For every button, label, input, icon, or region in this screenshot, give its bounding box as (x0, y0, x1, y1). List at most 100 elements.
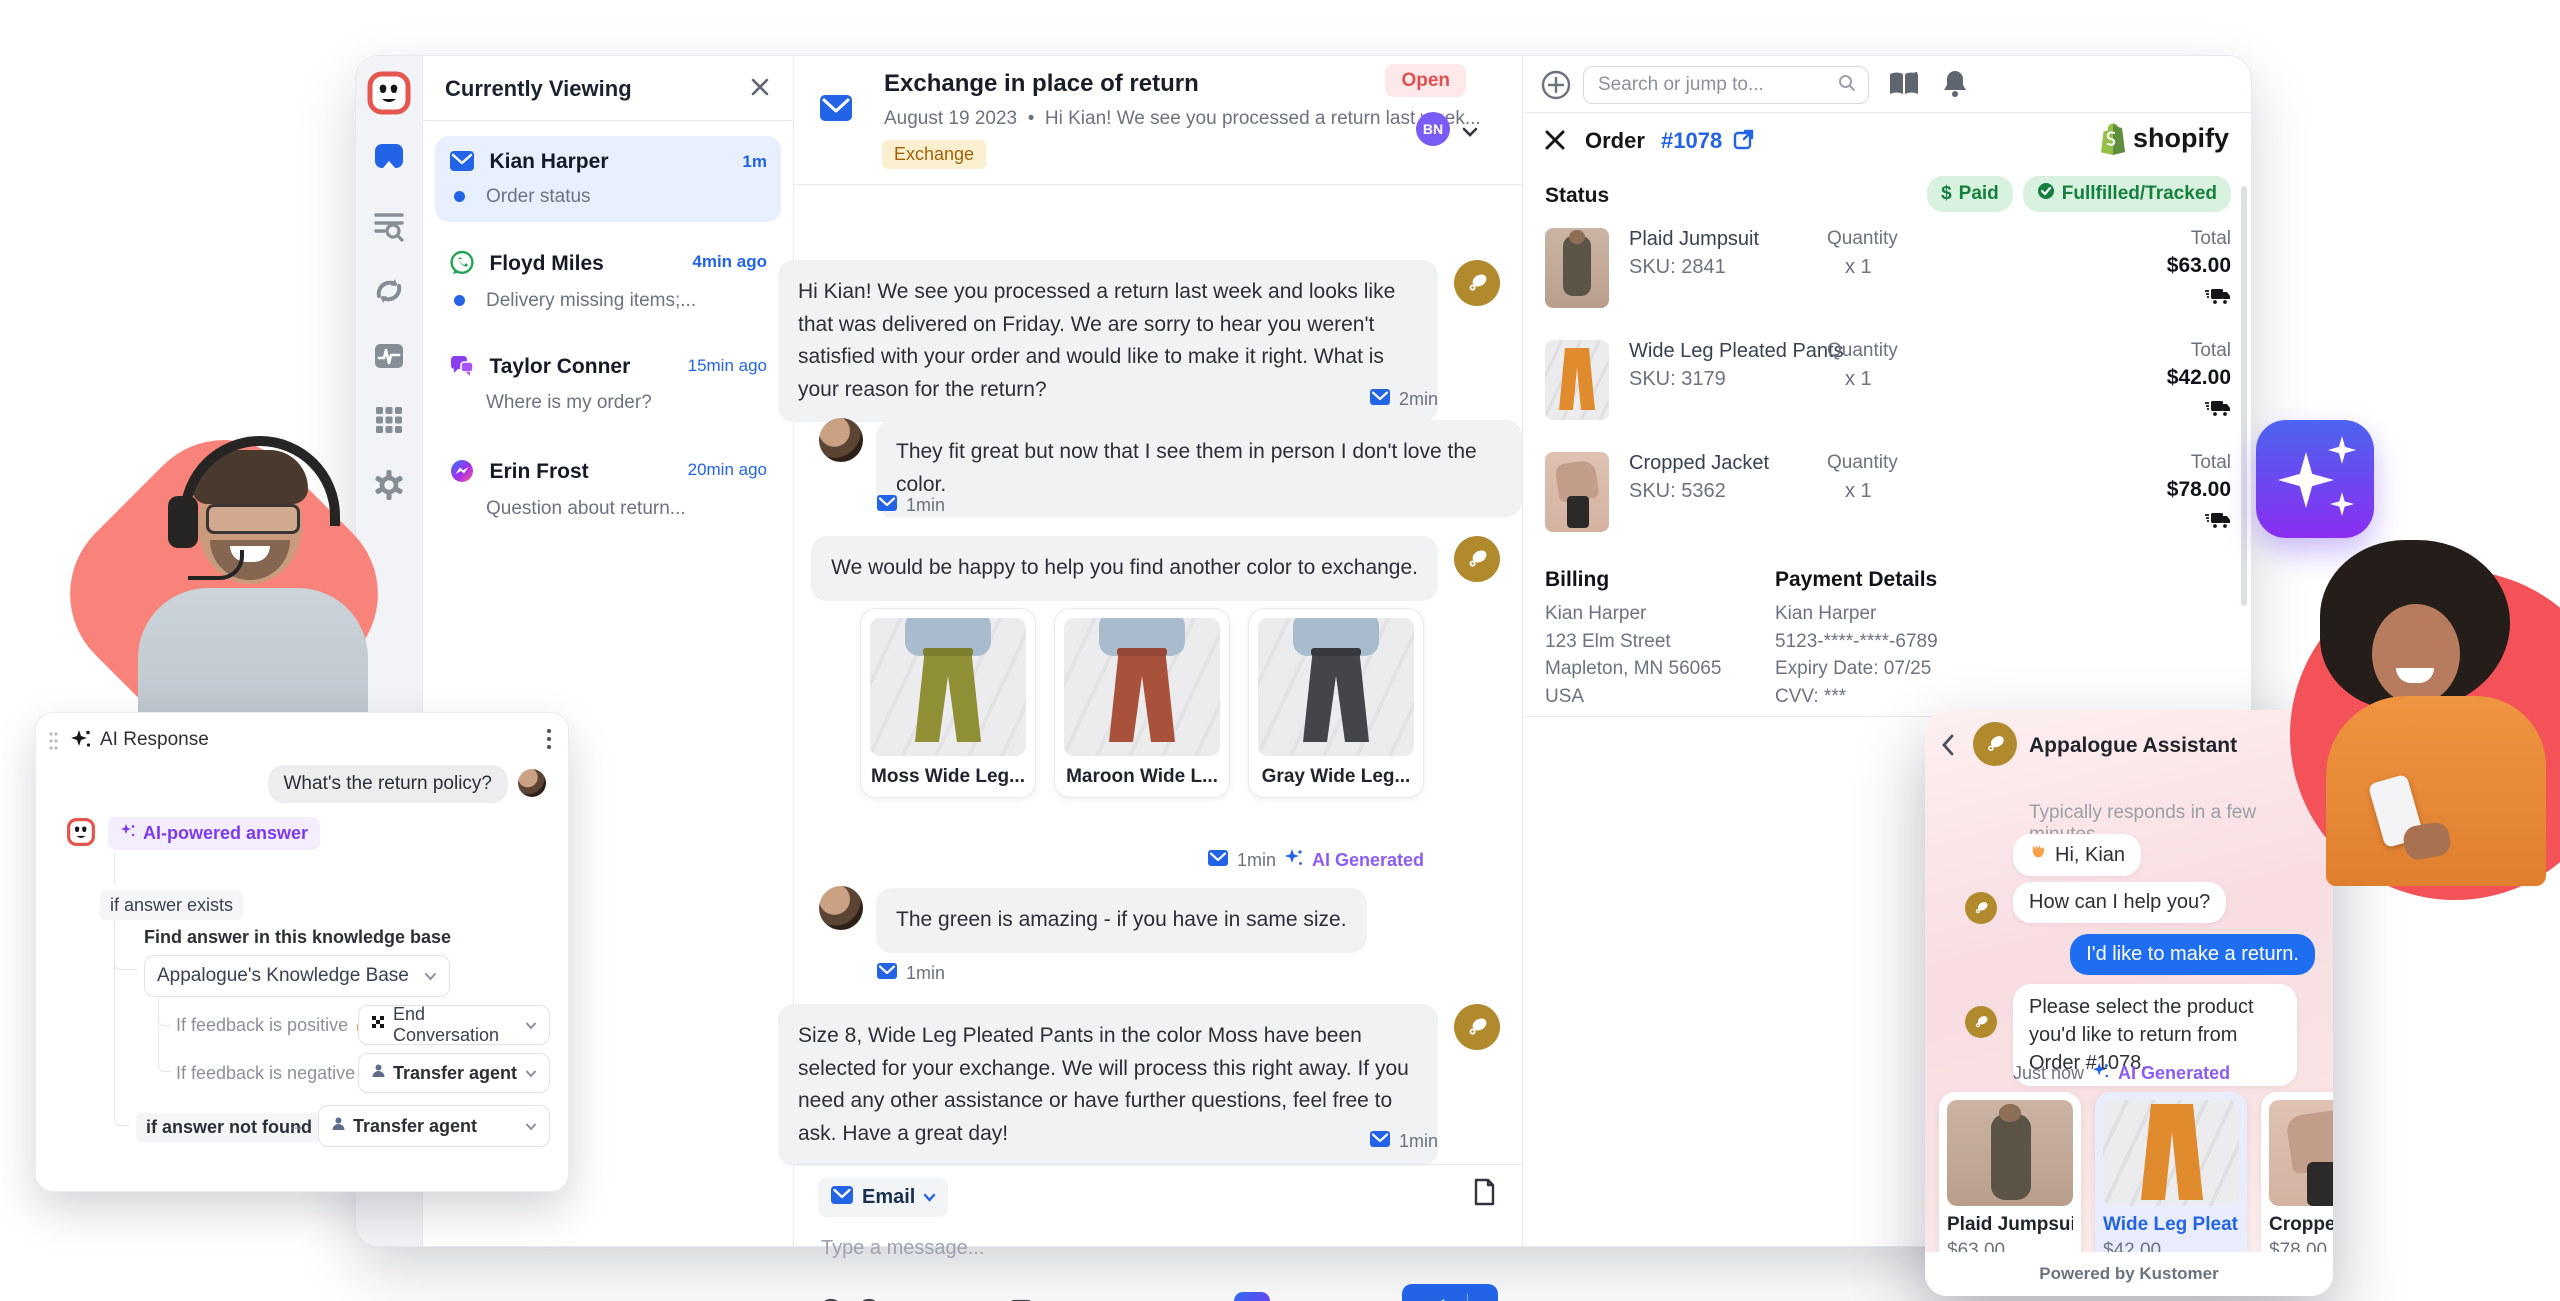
panel-title: Currently Viewing (445, 76, 632, 102)
notifications-bell-icon[interactable] (1941, 68, 1969, 103)
kustomer-logo[interactable] (366, 70, 412, 116)
product-name: Maroon Wide L... (1064, 766, 1220, 788)
item-thumbnail (1545, 452, 1609, 532)
assistant-widget: Appalogue Assistant Typically responds i… (1925, 710, 2333, 1296)
fulfilled-badge: Fullfilled/Tracked (2023, 176, 2231, 212)
ai-sparkle-badge (2256, 420, 2374, 538)
carousel-card[interactable]: Plaid Jumpsuit... $63.00 (1939, 1092, 2081, 1270)
qty-label: Quantity (1827, 228, 1898, 250)
external-link-icon[interactable] (1733, 128, 1755, 155)
tag-exchange[interactable]: Exchange (882, 140, 986, 169)
item-thumbnail (1545, 228, 1609, 308)
close-icon[interactable] (747, 74, 773, 100)
email-icon (1369, 1130, 1391, 1153)
negative-action-select[interactable]: Transfer agent (358, 1053, 550, 1093)
bot-greeting-bubble: Hi, Kian (2013, 834, 2141, 876)
item-sku: SKU: 2841 (1629, 256, 1726, 279)
email-icon (876, 962, 898, 985)
ai-response-card: AI Response What's the return policy? AI… (35, 712, 569, 1192)
positive-action-select[interactable]: End Conversation (358, 1005, 550, 1045)
divider (423, 120, 793, 121)
check-circle-icon (2037, 182, 2055, 206)
conversation-time: 20min ago (688, 460, 767, 480)
headphone-earcup (168, 496, 198, 548)
conversation-item[interactable]: Erin Frost 20min ago Question about retu… (435, 444, 781, 530)
send-plane-icon (1402, 1297, 1467, 1301)
search-bar[interactable] (1583, 66, 1869, 104)
shipping-truck-icon[interactable] (2205, 398, 2231, 423)
kebab-menu-icon[interactable] (546, 727, 552, 756)
message-bubble-outbound: We would be happy to help you find anoth… (811, 536, 1438, 601)
send-button[interactable] (1402, 1284, 1498, 1301)
ai-assist-button[interactable] (1234, 1292, 1270, 1301)
wave-hand-icon (2029, 843, 2047, 867)
billing-address: Kian Harper123 Elm Street Mapleton, MN 5… (1545, 600, 1721, 710)
search-list-icon[interactable] (372, 208, 406, 242)
product-card[interactable]: Maroon Wide L... (1054, 608, 1230, 798)
carousel-name: Plaid Jumpsuit... (1947, 1214, 2073, 1236)
carousel-card[interactable]: Cropped Jacket... $78.00 (2261, 1092, 2333, 1270)
carousel-image-jacket (2269, 1100, 2333, 1206)
product-image-moss (870, 618, 1026, 756)
inbox-icon[interactable] (372, 140, 406, 172)
dollar-icon: $ (1941, 183, 1952, 205)
notfound-action-select[interactable]: Transfer agent (318, 1105, 550, 1147)
carousel-card-selected[interactable]: Wide Leg Pleat... $42.00 (2095, 1092, 2247, 1270)
email-channel-icon (449, 150, 475, 177)
ai-powered-pill: AI-powered answer (108, 817, 320, 850)
message-input[interactable] (819, 1236, 1423, 1261)
conversation-name: Kian Harper (489, 150, 608, 173)
screen: { "colors": { "accent_blue": "#2264e5", … (0, 0, 2560, 1301)
order-number-link[interactable]: #1078 (1661, 128, 1722, 154)
product-image-gray (1258, 618, 1414, 756)
shopify-logo: shopify (2095, 120, 2229, 156)
carousel-image-pants (2103, 1100, 2239, 1206)
chevron-down-icon (525, 1115, 537, 1137)
flow-connector (114, 921, 129, 1126)
shipping-truck-icon[interactable] (2205, 286, 2231, 311)
assignee-avatar[interactable]: BN (1416, 112, 1450, 146)
reports-icon[interactable] (372, 340, 406, 372)
status-badge-open[interactable]: Open (1385, 64, 1466, 97)
total-label: Total (2191, 340, 2231, 362)
shipping-truck-icon[interactable] (2205, 510, 2231, 535)
search-input[interactable] (1596, 73, 1810, 97)
product-card[interactable]: Moss Wide Leg... (860, 608, 1036, 798)
ai-generated-label: AI Generated (2118, 1063, 2230, 1084)
ai-generated-label: AI Generated (1312, 850, 1424, 871)
conversation-preview: Delivery missing items;... (486, 290, 767, 312)
conversation-name: Taylor Conner (489, 355, 630, 378)
close-icon[interactable] (1543, 128, 1567, 157)
shopify-bag-icon (2095, 120, 2127, 156)
product-card[interactable]: Gray Wide Leg... (1248, 608, 1424, 798)
item-sku: SKU: 5362 (1629, 480, 1726, 503)
conversation-item[interactable]: Taylor Conner 15min ago Where is my orde… (435, 340, 781, 426)
powered-by-label: Powered by Kustomer (2039, 1264, 2219, 1284)
add-icon[interactable] (1541, 70, 1571, 105)
conversation-item[interactable]: Floyd Miles 4min ago Delivery missing it… (435, 236, 781, 322)
total-value: $63.00 (2167, 254, 2231, 278)
item-sku: SKU: 3179 (1629, 368, 1726, 391)
paid-badge: $ Paid (1927, 176, 2013, 212)
channel-selector[interactable]: Email (818, 1178, 948, 1217)
unread-dot (454, 191, 465, 202)
product-carousel: Plaid Jumpsuit... $63.00 Wide Leg Pleat.… (1939, 1092, 2333, 1270)
agent-person-icon (371, 1062, 386, 1084)
notes-template-icon[interactable] (1472, 1178, 1496, 1211)
scrollbar[interactable] (2241, 186, 2247, 606)
back-chevron-icon[interactable] (1941, 734, 1955, 761)
knowledge-book-icon[interactable] (1887, 70, 1921, 103)
sparkle-icon (2278, 452, 2334, 508)
routing-icon[interactable] (372, 274, 406, 308)
kb-label: Find answer in this knowledge base (144, 927, 451, 948)
conversation-name: Erin Frost (489, 460, 588, 483)
drag-handle-icon[interactable] (48, 731, 58, 756)
kb-select[interactable]: Appalogue's Knowledge Base (144, 955, 450, 997)
total-value: $78.00 (2167, 478, 2231, 502)
chevron-down-icon[interactable] (1462, 124, 1478, 142)
message-bubble-outbound: Size 8, Wide Leg Pleated Pants in the co… (778, 1004, 1438, 1166)
conversation-title: Exchange in place of return (884, 70, 1199, 98)
finish-flag-icon (371, 1014, 386, 1036)
conversation-name: Floyd Miles (489, 252, 603, 275)
conversation-item[interactable]: Kian Harper 1m Order status (435, 136, 781, 222)
